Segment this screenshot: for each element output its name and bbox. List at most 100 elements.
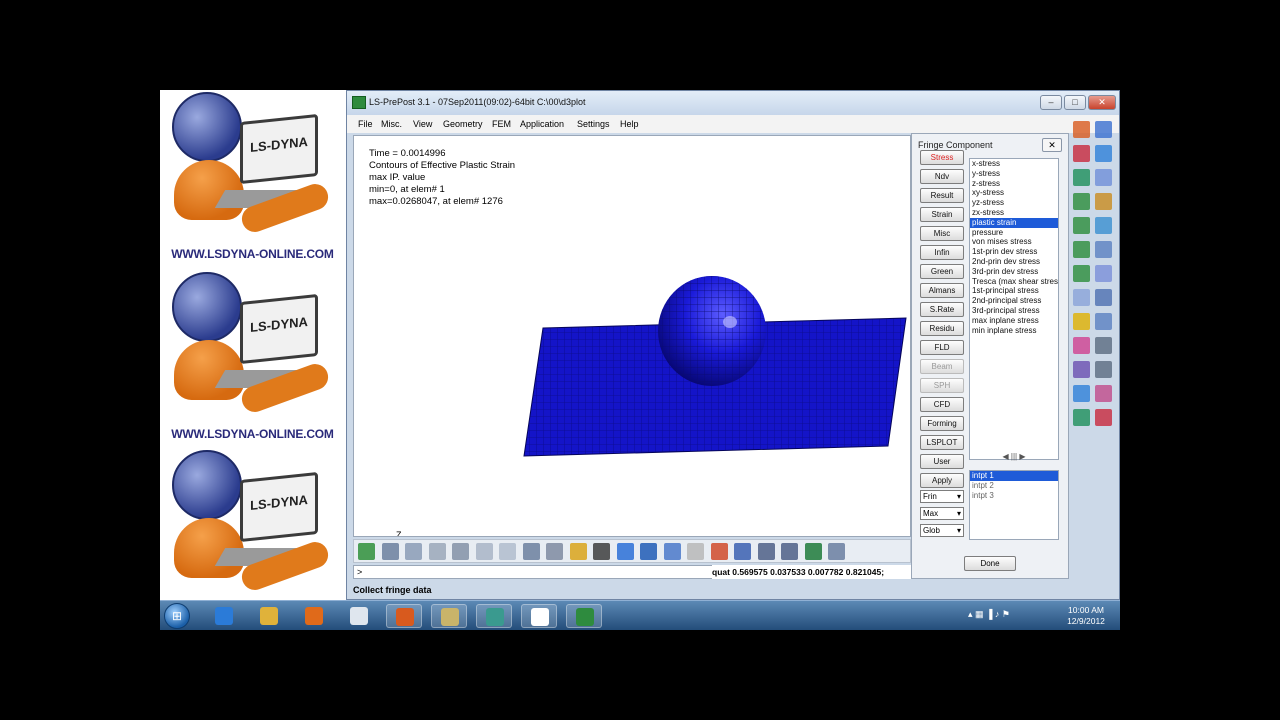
cube-solid-icon[interactable] (358, 543, 375, 560)
fringe-button-strain[interactable]: Strain (920, 207, 964, 222)
fringe-button-almans[interactable]: Almans (920, 283, 964, 298)
pages-icon[interactable] (1095, 121, 1112, 138)
intpt-list[interactable]: intpt 1 intpt 2 intpt 3 (969, 470, 1059, 540)
component-list-scrollbar[interactable]: ◀ ||| ▶ (969, 452, 1059, 462)
taskbar-firefox-button[interactable] (386, 604, 422, 628)
box-icon[interactable] (1095, 193, 1112, 210)
component-list-item[interactable]: max inplane stress (970, 316, 1058, 326)
intpt-list-item[interactable]: intpt 3 (970, 491, 1058, 501)
cube-wire-icon[interactable] (405, 543, 422, 560)
component-list-item[interactable]: von mises stress (970, 237, 1058, 247)
component-list-item[interactable]: yz-stress (970, 198, 1058, 208)
intpt-list-item[interactable]: intpt 2 (970, 481, 1058, 491)
fringe-select-glob[interactable]: Glob (920, 524, 964, 537)
select-icon[interactable] (828, 543, 845, 560)
clock[interactable]: 10:00 AM 12/9/2012 (1056, 605, 1116, 627)
blob-icon[interactable] (1073, 337, 1090, 354)
taskbar-folder-button[interactable] (251, 604, 287, 628)
curve-icon[interactable] (1095, 145, 1112, 162)
component-list-item[interactable]: x-stress (970, 159, 1058, 169)
color-bar-icon[interactable] (1073, 313, 1090, 330)
maximize-button[interactable]: □ (1064, 95, 1086, 110)
fringe-button-forming[interactable]: Forming (920, 416, 964, 431)
cube-edge-icon[interactable] (452, 543, 469, 560)
box-wire-icon[interactable] (663, 543, 681, 560)
intpt-list-item[interactable]: intpt 1 (970, 471, 1058, 481)
doc-icon[interactable] (1095, 313, 1112, 330)
arrow-v-icon[interactable] (1095, 409, 1112, 426)
taskbar-media-button[interactable] (296, 604, 332, 628)
component-list-item[interactable]: min inplane stress (970, 326, 1058, 336)
component-list-item[interactable]: xy-stress (970, 188, 1058, 198)
wire-icon[interactable] (1095, 169, 1112, 186)
fringe-button-s-rate[interactable]: S.Rate (920, 302, 964, 317)
underline-icon[interactable] (593, 543, 610, 560)
fringe-button-cfd[interactable]: CFD (920, 397, 964, 412)
fringe-icon[interactable] (569, 543, 587, 560)
component-list[interactable]: x-stress y-stress z-stress xy-stress yz-stre… (969, 158, 1059, 460)
stereo-icon[interactable] (1073, 361, 1090, 378)
minimize-button[interactable]: – (1040, 95, 1062, 110)
copy-icon[interactable] (1095, 289, 1112, 306)
close-button[interactable]: ✕ (1088, 95, 1116, 110)
component-list-item[interactable]: pressure (970, 228, 1058, 238)
fringe-cube-icon[interactable] (1073, 121, 1090, 138)
astat-icon[interactable] (1073, 217, 1090, 234)
taskbar-lsprepost-button[interactable] (566, 604, 602, 628)
globe-icon[interactable] (804, 543, 822, 560)
menu-geometry[interactable]: Geometry (443, 119, 483, 129)
fringe-button-stress[interactable]: Stress (920, 150, 964, 165)
menu-misc[interactable]: Misc. (381, 119, 402, 129)
cube-hidden-icon[interactable] (428, 543, 446, 560)
box-dark-icon[interactable] (640, 543, 657, 560)
fringe-button-beam[interactable]: Beam (920, 359, 964, 374)
menu-file[interactable]: File (358, 119, 373, 129)
cube-shaded-icon[interactable] (381, 543, 399, 560)
menu-settings[interactable]: Settings (577, 119, 610, 129)
fringe-button-sph[interactable]: SPH (920, 378, 964, 393)
table-icon[interactable] (1095, 385, 1112, 402)
taskbar-window-button[interactable] (521, 604, 557, 628)
shift-ctrl-icon[interactable] (687, 543, 704, 560)
menu-fem[interactable]: FEM (492, 119, 511, 129)
component-list-item[interactable]: 3rd-prin dev stress (970, 267, 1058, 277)
fringe-button-infin[interactable]: Infin (920, 245, 964, 260)
done-button[interactable]: Done (964, 556, 1016, 571)
chain-icon[interactable] (1073, 145, 1090, 162)
paint-icon[interactable] (1073, 385, 1090, 402)
component-list-item[interactable]: 2nd-principal stress (970, 296, 1058, 306)
component-list-item[interactable]: zx-stress (970, 208, 1058, 218)
taskbar-tools-button[interactable] (431, 604, 467, 628)
menu-application[interactable]: Application (520, 119, 564, 129)
title-bar[interactable]: LS-PrePost 3.1 - 07Sep2011(09:02)-64bit … (347, 91, 1119, 115)
component-list-item[interactable]: Tresca (max shear stres (970, 277, 1058, 287)
fringe-button-misc[interactable]: Misc (920, 226, 964, 241)
fringe-select-frin[interactable]: Frin (920, 490, 964, 503)
fringe-button-user[interactable]: User (920, 454, 964, 469)
fringe-button-residu[interactable]: Residu (920, 321, 964, 336)
fringe-select-max[interactable]: Max (920, 507, 964, 520)
taskbar-document-button[interactable] (341, 604, 377, 628)
taskbar-lstc-button[interactable] (476, 604, 512, 628)
component-list-item[interactable]: y-stress (970, 169, 1058, 179)
camera-icon[interactable] (1095, 337, 1112, 354)
asol-icon[interactable] (1073, 241, 1090, 258)
rotate-icon[interactable] (781, 543, 798, 560)
box-blue-icon[interactable] (616, 543, 634, 560)
ssol-icon[interactable] (1073, 265, 1090, 282)
fringe-button-ndv[interactable]: Ndv (920, 169, 964, 184)
fringe-button-result[interactable]: Result (920, 188, 964, 203)
cube-grid-icon[interactable] (522, 543, 540, 560)
xy-plot-icon[interactable] (1073, 193, 1090, 210)
component-list-item[interactable]: 1st-prin dev stress (970, 247, 1058, 257)
component-list-item[interactable]: z-stress (970, 179, 1058, 189)
fringe-close-button[interactable]: ✕ (1042, 138, 1062, 152)
component-list-item[interactable]: 1st-principal stress (970, 286, 1058, 296)
menu-help[interactable]: Help (620, 119, 639, 129)
graphics-viewport[interactable]: Time = 0.0014996 Contours of Effective P… (353, 135, 911, 537)
cube-dots-icon[interactable] (499, 543, 516, 560)
taskbar-ie-button[interactable] (206, 604, 242, 628)
system-tray[interactable]: ▴ ▦ ▐ ♪ ⚑ (968, 609, 1048, 623)
fringe-button-green[interactable]: Green (920, 264, 964, 279)
grid-icon[interactable] (1095, 241, 1112, 258)
